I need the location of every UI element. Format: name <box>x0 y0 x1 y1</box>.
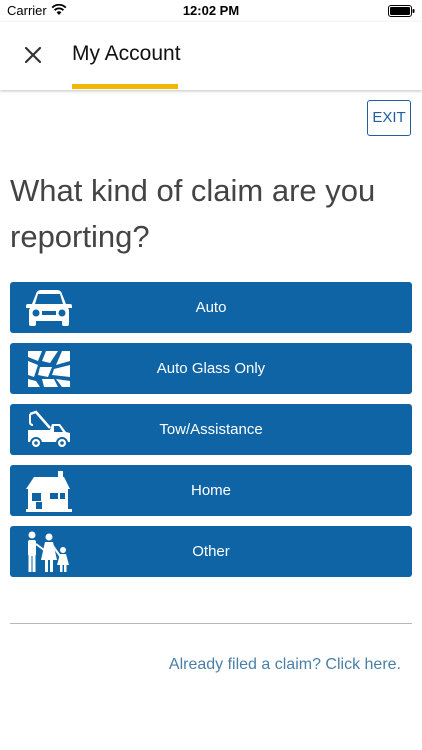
status-bar: Carrier 12:02 PM <box>0 0 422 22</box>
clock: 12:02 PM <box>182 3 240 18</box>
exit-button[interactable]: EXIT <box>367 100 411 136</box>
claim-auto-glass-button[interactable]: Auto Glass Only <box>10 343 412 394</box>
claim-other-button[interactable]: Other <box>10 526 412 577</box>
question-heading: What kind of claim are you reporting? <box>10 173 376 254</box>
claim-other-label: Other <box>192 543 230 560</box>
claim-home-button[interactable]: Home <box>10 465 412 516</box>
claim-auto-glass-label: Auto Glass Only <box>156 360 266 377</box>
claim-auto-label: Auto <box>195 299 227 316</box>
claim-home-label: Home <box>190 482 231 499</box>
divider <box>10 623 412 624</box>
claim-tow-button[interactable]: Tow/Assistance <box>10 404 412 455</box>
battery-icon <box>388 5 415 17</box>
close-icon[interactable] <box>18 40 48 70</box>
claim-type-list: Auto Auto Glass Only Tow/Assistance Home… <box>10 282 412 587</box>
claim-auto-button[interactable]: Auto <box>10 282 412 333</box>
active-tab-indicator <box>72 84 178 89</box>
claim-tow-label: Tow/Assistance <box>159 421 263 438</box>
page-title: My Account <box>72 42 181 65</box>
app-header: My Account <box>0 22 422 90</box>
already-filed-link[interactable]: Already filed a claim? Click here. <box>169 656 401 674</box>
